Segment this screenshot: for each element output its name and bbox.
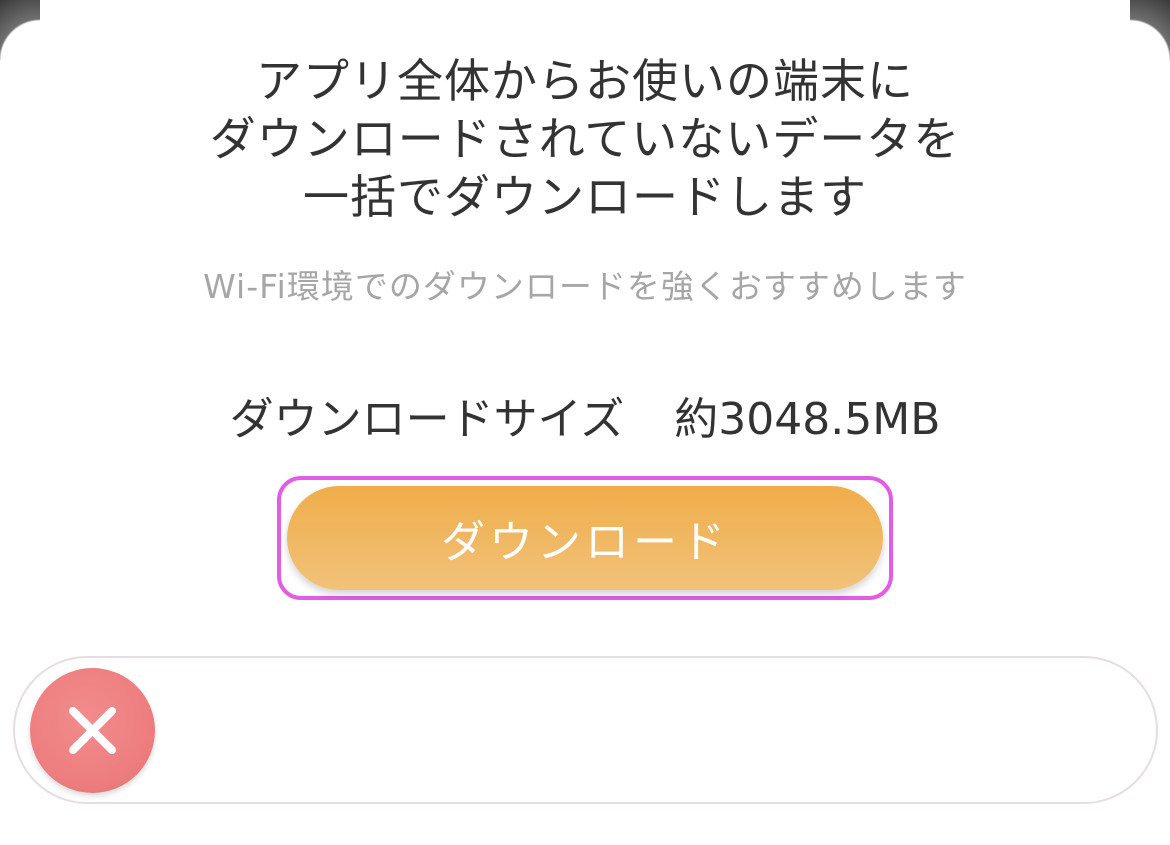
download-size-row: ダウンロードサイズ 約3048.5MB bbox=[0, 392, 1170, 448]
close-button[interactable] bbox=[30, 668, 155, 793]
bottom-bar bbox=[13, 656, 1158, 804]
background-corner-right bbox=[1130, 0, 1170, 60]
heading-line-3: 一括でダウンロードします bbox=[303, 170, 867, 224]
close-icon bbox=[69, 707, 116, 754]
download-dialog: アプリ全体からお使いの端末に ダウンロードされていないデータを 一括でダウンロー… bbox=[0, 0, 1170, 845]
wifi-recommendation-note: Wi-Fi環境でのダウンロードを強くおすすめします bbox=[203, 267, 967, 306]
dialog-heading: アプリ全体からお使いの端末に ダウンロードされていないデータを 一括でダウンロー… bbox=[0, 52, 1170, 226]
heading-line-2: ダウンロードされていないデータを bbox=[209, 112, 961, 166]
background-corner-left bbox=[0, 0, 40, 60]
download-button[interactable]: ダウンロード bbox=[287, 486, 883, 590]
download-size-label: ダウンロードサイズ bbox=[229, 394, 625, 445]
download-size-value: 約3048.5MB bbox=[674, 394, 941, 445]
heading-line-1: アプリ全体からお使いの端末に bbox=[256, 54, 914, 108]
